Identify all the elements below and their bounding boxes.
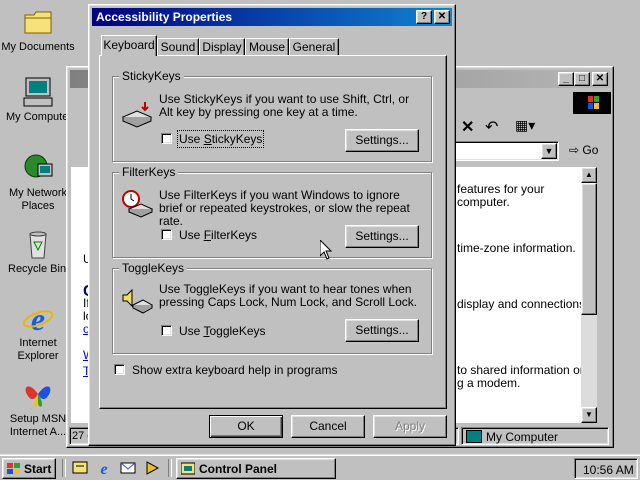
close-button[interactable]: ✕ (434, 10, 450, 24)
desktop-icon-internet-explorer[interactable]: e Internet Explorer (0, 301, 76, 363)
computer-icon (22, 76, 54, 108)
accessibility-dialog: Accessibility Properties ? ✕ Keyboard So… (88, 4, 456, 446)
filterkeys-settings-button[interactable]: Settings... (345, 225, 419, 248)
system-tray: 10:56 AM (574, 458, 638, 479)
tab-mouse[interactable]: Mouse (245, 38, 289, 56)
group-title: FilterKeys (119, 165, 179, 179)
minimize-button[interactable]: _ (558, 72, 574, 86)
extra-help-checkbox[interactable]: Show extra keyboard help in programs (114, 362, 338, 378)
stickykeys-group: StickyKeys Use StickyKeys if you want to… (112, 69, 432, 162)
quick-launch-desktop-icon[interactable] (72, 460, 88, 476)
togglekeys-icon (121, 285, 154, 317)
svg-text:e: e (100, 461, 107, 476)
checkbox-label: Use StickyKeys (176, 130, 265, 148)
maximize-button[interactable]: □ (574, 72, 590, 86)
togglekeys-settings-button[interactable]: Settings... (345, 319, 419, 342)
recycle-bin-icon (22, 228, 54, 260)
mouse-cursor-icon (319, 238, 333, 260)
desktop-icon-recycle-bin[interactable]: Recycle Bin (0, 228, 76, 276)
desktop-icon-label: Setup MSN Internet A... (9, 413, 67, 438)
scroll-thumb[interactable] (581, 183, 597, 315)
desktop-icon-label: Recycle Bin (8, 263, 67, 275)
go-button[interactable]: ⇨ Go (569, 143, 598, 157)
content-line: features for your computer. (457, 182, 545, 209)
quick-launch-outlook-icon[interactable] (120, 460, 136, 476)
togglekeys-group: ToggleKeys Use ToggleKeys if you want to… (112, 261, 432, 354)
status-bar-right: My Computer (461, 427, 609, 445)
dialog-title: Accessibility Properties (96, 10, 233, 24)
apply-button: Apply (373, 415, 447, 438)
scroll-down-button[interactable]: ▼ (581, 407, 597, 423)
windows-logo (573, 92, 611, 114)
vertical-scrollbar[interactable]: ▲ ▼ (581, 167, 597, 423)
tab-general[interactable]: General (289, 38, 339, 56)
content-line: g a modem. (457, 376, 521, 390)
help-button[interactable]: ? (416, 10, 432, 24)
close-button[interactable]: ✕ (592, 72, 608, 86)
checkbox-box[interactable] (161, 325, 172, 336)
undo-icon[interactable]: ↶ (485, 117, 498, 137)
windows-logo-icon (7, 463, 21, 475)
taskbar: Start e Control Panel 10:56 AM (0, 454, 640, 480)
desktop-icon-label: Internet Explorer (17, 337, 59, 362)
taskbar-button-control-panel[interactable]: Control Panel (176, 458, 336, 479)
desktop-icon-my-documents[interactable]: My Documents (0, 6, 76, 54)
filterkeys-icon (121, 187, 154, 219)
checkbox-box[interactable] (161, 133, 172, 144)
checkbox-label: Show extra keyboard help in programs (132, 363, 338, 377)
svg-text:e: e (31, 302, 45, 334)
desktop-icon-label: My Documents (1, 41, 75, 53)
checkbox-label: Use ToggleKeys (179, 324, 266, 338)
use-togglekeys-checkbox[interactable]: Use ToggleKeys (161, 323, 271, 339)
filterkeys-group: FilterKeys Use FilterKeys if you want Wi… (112, 165, 432, 258)
tab-display[interactable]: Display (199, 38, 245, 56)
use-filterkeys-checkbox[interactable]: Use FilterKeys (161, 227, 257, 243)
desktop-icon-setup-msn[interactable]: Setup MSN Internet A... (0, 378, 76, 439)
folder-icon (22, 6, 54, 38)
filterkeys-description: Use FilterKeys if you want Windows to ig… (159, 188, 410, 228)
desktop-icon-my-network-places[interactable]: My Network Places (0, 152, 76, 213)
tab-sound[interactable]: Sound (157, 38, 199, 56)
control-panel-icon (180, 462, 196, 475)
group-title: StickyKeys (119, 69, 184, 83)
stickykeys-description: Use StickyKeys if you want to use Shift,… (159, 92, 410, 119)
quick-launch-media-player-icon[interactable] (144, 460, 160, 476)
task-divider (168, 459, 172, 477)
cancel-button[interactable]: Cancel (291, 415, 365, 438)
ok-button[interactable]: OK (209, 415, 283, 438)
views-icon[interactable]: ▦▾ (515, 117, 535, 134)
desktop-icon-label: My Computer (6, 111, 73, 123)
quick-launch-divider (62, 459, 66, 477)
stickykeys-icon (121, 99, 153, 131)
use-stickykeys-checkbox[interactable]: Use StickyKeys (161, 130, 265, 148)
togglekeys-description: Use ToggleKeys if you want to hear tones… (159, 282, 418, 309)
desktop-icon-label: My Network Places (8, 187, 68, 212)
checkbox-label: Use FilterKeys (179, 228, 258, 242)
cut-icon[interactable]: ✕ (461, 117, 474, 137)
checkbox-box[interactable] (114, 364, 125, 375)
desktop-icon-my-computer[interactable]: My Computer (0, 76, 76, 124)
clock[interactable]: 10:56 AM (583, 463, 634, 477)
internet-explorer-icon: e (22, 301, 54, 337)
go-arrow-icon: ⇨ (569, 143, 580, 157)
group-title: ToggleKeys (119, 261, 188, 275)
tab-page-keyboard: StickyKeys Use StickyKeys if you want to… (99, 55, 447, 409)
dialog-titlebar: Accessibility Properties ? ✕ (92, 8, 452, 26)
checkbox-box[interactable] (161, 229, 172, 240)
address-bar[interactable]: ▼ (451, 141, 559, 161)
content-line: time-zone information. (457, 241, 576, 255)
quick-launch-ie-icon[interactable]: e (96, 460, 112, 478)
my-computer-small-icon (466, 430, 482, 443)
content-line: display and connections (457, 297, 586, 311)
address-dropdown-button[interactable]: ▼ (541, 143, 557, 159)
start-button[interactable]: Start (2, 458, 56, 479)
scroll-up-button[interactable]: ▲ (581, 167, 597, 183)
tab-keyboard[interactable]: Keyboard (101, 35, 157, 56)
stickykeys-settings-button[interactable]: Settings... (345, 129, 419, 152)
msn-butterfly-icon (22, 378, 54, 410)
network-icon (22, 152, 54, 184)
